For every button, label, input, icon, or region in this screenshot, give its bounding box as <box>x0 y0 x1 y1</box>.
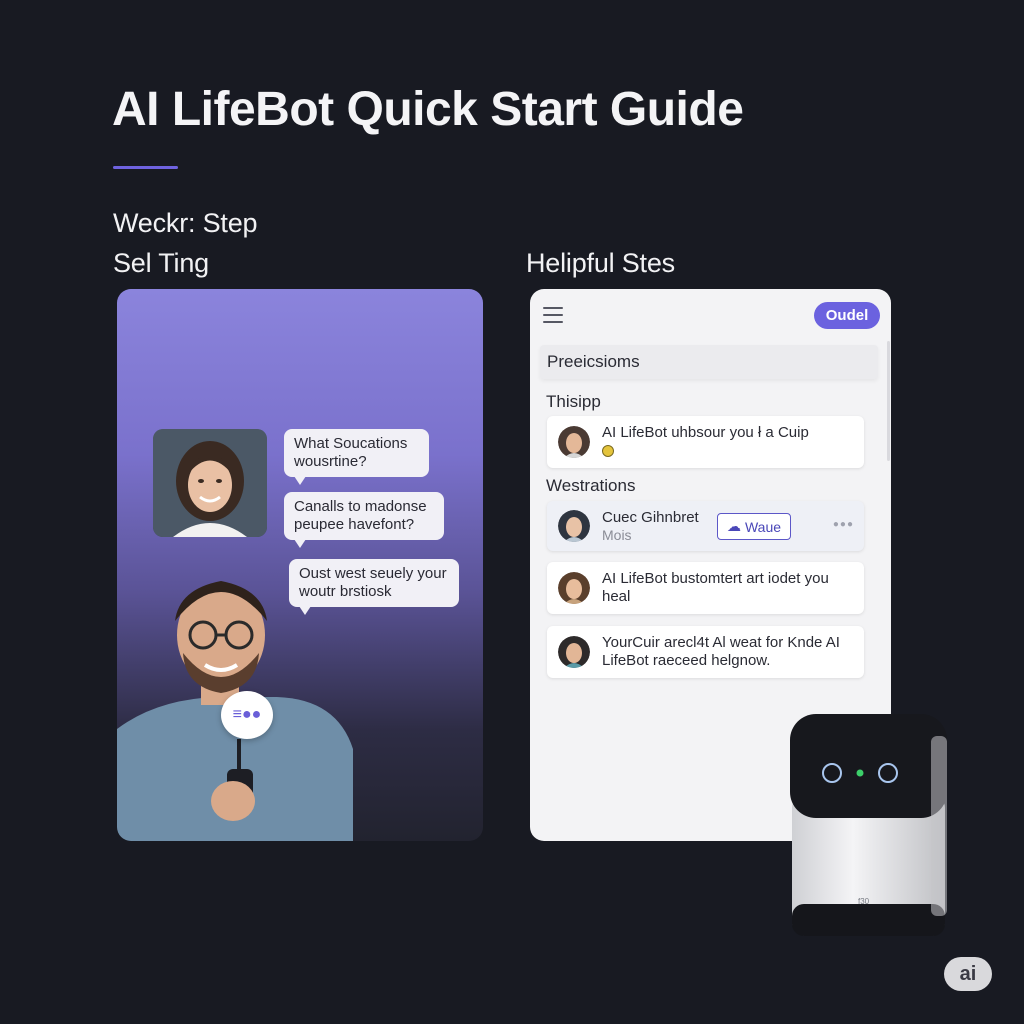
hamburger-icon[interactable] <box>543 307 563 323</box>
section-label-setting: Sel Ting <box>113 248 209 278</box>
contact-subtitle: Mois <box>602 527 632 543</box>
emoji-icon <box>602 445 614 458</box>
list-item[interactable]: AI LifeBot bustomtert art iodet you heal <box>547 562 864 614</box>
list-item-text: YourCuir arecl4t Al weat for Knde AI Lif… <box>602 634 840 669</box>
ai-logo: ai <box>944 957 992 991</box>
voice-chat-badge[interactable]: ≡●● <box>221 691 273 739</box>
list-item[interactable]: AI LifeBot uhbsour you ł a Cuip <box>547 416 864 468</box>
speech-bubble: Canalls to madonse peupee havefont? <box>284 492 444 548</box>
ai-lifebot-device: f30 <box>790 714 947 936</box>
search-input[interactable]: Preeicsioms <box>540 345 878 379</box>
device-model-label: f30 <box>858 897 870 906</box>
waue-button[interactable]: ☁ Waue <box>717 513 791 540</box>
contact-name: Cuec Gihnbret <box>602 509 699 526</box>
user-avatar-icon <box>558 636 590 668</box>
page-title: AI LifeBot Quick Start Guide <box>112 83 744 136</box>
cloud-upload-icon: ☁ <box>726 518 741 534</box>
section-label-step: Weckr: Step <box>113 208 258 238</box>
user-avatar-icon <box>558 572 590 604</box>
group-label-2: Westrations <box>546 476 636 495</box>
oudel-button[interactable]: Oudel <box>814 302 880 329</box>
man-portrait-icon <box>117 581 353 841</box>
list-item-text: AI LifeBot uhbsour you ł a Cuip <box>602 424 857 460</box>
woman-avatar <box>153 429 267 537</box>
group-label-1: Thisipp <box>546 392 601 411</box>
user-avatar-icon <box>558 510 590 542</box>
woman-portrait-icon <box>153 429 267 537</box>
list-item-text: AI LifeBot bustomtert art iodet you heal <box>602 570 829 605</box>
user-avatar-icon <box>558 426 590 458</box>
scrollbar[interactable] <box>887 341 890 461</box>
list-item[interactable]: Cuec Gihnbret Mois ☁ Waue ●●● <box>547 501 864 551</box>
speech-bubble: What Soucations wousrtine? <box>284 429 429 485</box>
section-label-helpful: Helipful Stes <box>526 248 675 278</box>
more-options-icon[interactable]: ●●● <box>833 519 854 530</box>
list-item[interactable]: YourCuir arecl4t Al weat for Knde AI Lif… <box>547 626 864 678</box>
title-underline <box>113 166 178 169</box>
conversation-photo-card: What Soucations wousrtine? Canalls to ma… <box>117 289 483 841</box>
